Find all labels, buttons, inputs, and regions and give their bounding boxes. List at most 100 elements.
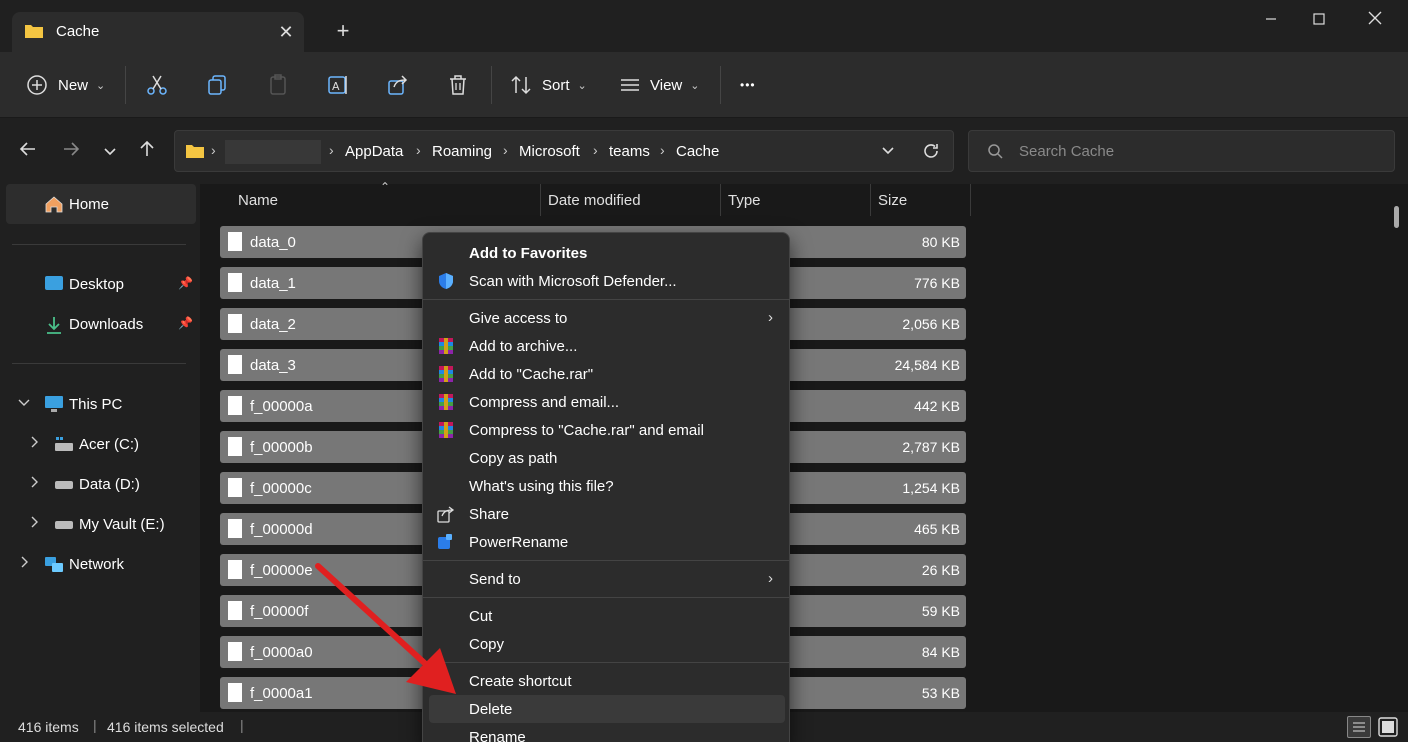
menu-item-rename[interactable]: Rename (429, 723, 785, 742)
back-arrow-icon[interactable] (15, 139, 41, 165)
scrollbar-thumb[interactable] (1394, 206, 1399, 228)
sidebar-item-desktop[interactable]: Desktop 📌 (0, 265, 200, 303)
rename-icon: A (328, 76, 347, 94)
chevron-right-icon[interactable] (28, 516, 40, 531)
search-input[interactable]: Search Cache (968, 130, 1395, 172)
drive-icon (54, 515, 74, 537)
delete-button[interactable] (446, 70, 470, 100)
breadcrumb-cache[interactable]: Cache (676, 143, 719, 160)
sidebar-item-label: Home (69, 196, 110, 213)
details-view-icon[interactable] (1347, 716, 1371, 738)
address-dropdown-chevron-icon[interactable] (881, 143, 895, 161)
up-arrow-icon[interactable] (134, 139, 160, 165)
menu-item-give-access[interactable]: Give access to › (429, 304, 785, 332)
pin-icon[interactable]: 📌 (178, 276, 193, 290)
breadcrumb-appdata[interactable]: AppData (345, 143, 403, 160)
home-icon (44, 194, 64, 218)
chevron-right-icon[interactable] (28, 476, 40, 491)
copy-button[interactable] (205, 70, 229, 100)
trash-icon (450, 75, 466, 95)
paste-button[interactable] (266, 70, 290, 100)
forward-arrow-icon[interactable] (58, 139, 84, 165)
more-options-button[interactable]: ••• (740, 70, 756, 100)
breadcrumb-roaming[interactable]: Roaming (432, 143, 492, 160)
toolbar-divider (125, 66, 126, 104)
sidebar-item-home[interactable]: Home (6, 184, 196, 224)
new-tab-button[interactable]: + (330, 18, 356, 44)
menu-item-label: Create shortcut (469, 673, 572, 690)
menu-item-label: Give access to (469, 310, 568, 327)
column-header-size[interactable]: Size (878, 192, 907, 224)
sidebar-item-downloads[interactable]: Downloads 📌 (0, 305, 200, 343)
menu-item-send-to[interactable]: Send to › (429, 565, 785, 593)
column-header-type[interactable]: Type (728, 192, 761, 224)
chevron-right-icon[interactable] (18, 556, 30, 571)
menu-item-add-to-cache-rar[interactable]: Add to "Cache.rar" (429, 360, 785, 388)
menu-item-delete[interactable]: Delete (429, 695, 785, 723)
breadcrumb-microsoft[interactable]: Microsoft (519, 143, 580, 160)
file-size: 24,584 KB (894, 357, 960, 373)
menu-item-compress-email[interactable]: Compress and email... (429, 388, 785, 416)
sidebar-item-network[interactable]: Network (0, 545, 200, 583)
search-icon (987, 143, 1003, 163)
pin-icon[interactable]: 📌 (178, 316, 193, 330)
minimize-icon[interactable] (1248, 6, 1294, 36)
menu-item-add-to-favorites[interactable]: Add to Favorites (429, 239, 785, 267)
selected-count: 416 items selected (107, 719, 224, 735)
address-bar[interactable]: › › AppData › Roaming › Microsoft › team… (174, 130, 954, 172)
command-bar: New ⌄ A Sort ⌄ View ⌄ ••• (0, 52, 1408, 118)
menu-item-label: Delete (469, 701, 513, 718)
share-button[interactable] (386, 70, 410, 100)
download-arrow-icon (44, 315, 64, 339)
tab-cache[interactable]: Cache ✕ (12, 12, 304, 52)
menu-item-share[interactable]: Share (429, 500, 785, 528)
menu-item-copy-as-path[interactable]: Copy as path (429, 444, 785, 472)
file-icon (228, 355, 242, 374)
menu-item-scan-defender[interactable]: Scan with Microsoft Defender... (429, 267, 785, 295)
chevron-down-icon[interactable] (18, 396, 30, 411)
new-button[interactable]: New ⌄ (26, 70, 105, 100)
maximize-icon[interactable] (1296, 6, 1342, 36)
menu-item-cut[interactable]: Cut (429, 602, 785, 630)
column-header-date[interactable]: Date modified (548, 192, 641, 224)
file-name: f_00000a (250, 398, 313, 415)
status-divider: | (93, 717, 97, 733)
menu-item-create-shortcut[interactable]: Create shortcut (429, 667, 785, 695)
sidebar-item-drive-c[interactable]: Acer (C:) (0, 425, 200, 463)
column-divider[interactable] (720, 184, 721, 216)
refresh-icon[interactable] (921, 141, 941, 165)
menu-item-label: Add to "Cache.rar" (469, 366, 594, 383)
menu-item-label: Copy (469, 636, 505, 653)
menu-item-add-to-archive[interactable]: Add to archive... (429, 332, 785, 360)
menu-item-power-rename[interactable]: PowerRename (429, 528, 785, 556)
context-menu: Add to Favorites Scan with Microsoft Def… (422, 232, 790, 742)
file-size: 442 KB (914, 398, 960, 414)
sidebar-item-drive-e[interactable]: My Vault (E:) (0, 505, 200, 543)
tiles-view-icon[interactable] (1377, 716, 1399, 738)
new-label: New (58, 76, 89, 94)
sort-button[interactable]: Sort ⌄ (510, 70, 587, 100)
breadcrumb-teams[interactable]: teams (609, 143, 650, 160)
close-tab-icon[interactable]: ✕ (274, 20, 298, 44)
chevron-down-icon: ⌄ (96, 79, 106, 92)
view-label: View (650, 76, 683, 94)
menu-item-copy[interactable]: Copy (429, 630, 785, 658)
view-button[interactable]: View ⌄ (618, 70, 699, 100)
cut-button[interactable] (145, 70, 169, 100)
sidebar-item-this-pc[interactable]: This PC (0, 385, 200, 423)
column-divider[interactable] (540, 184, 541, 216)
menu-item-label: Share (469, 506, 510, 523)
chevron-right-icon[interactable] (28, 436, 40, 451)
sidebar-item-drive-d[interactable]: Data (D:) (0, 465, 200, 503)
column-divider[interactable] (870, 184, 871, 216)
sidebar-item-label: Acer (C:) (79, 436, 139, 453)
column-divider[interactable] (970, 184, 971, 216)
column-header-name[interactable]: Name (238, 192, 278, 224)
file-size: 53 KB (921, 685, 960, 701)
rename-button[interactable]: A (326, 70, 350, 100)
close-window-icon[interactable] (1352, 6, 1398, 36)
menu-item-compress-cache-email[interactable]: Compress to "Cache.rar" and email (429, 416, 785, 444)
recent-chevron-icon[interactable] (97, 139, 123, 165)
menu-item-whats-using[interactable]: What's using this file? (429, 472, 785, 500)
file-name: f_00000b (250, 439, 313, 456)
